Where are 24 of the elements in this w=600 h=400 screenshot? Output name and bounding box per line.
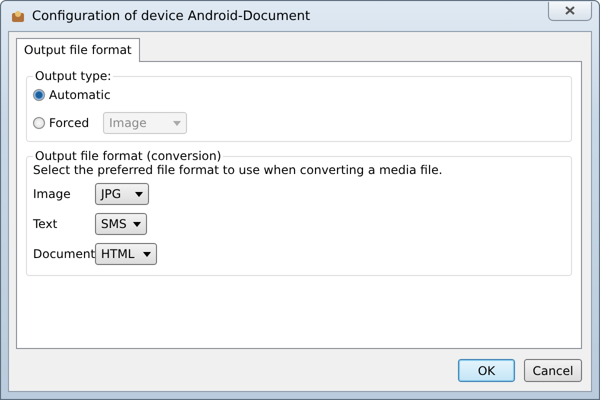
field-label: Text [33,217,58,231]
radio-label: Automatic [49,88,111,102]
caret-icon [173,120,182,126]
group-title: Output type: [34,69,112,83]
format-dropdown[interactable]: SMS [95,213,147,235]
group-title: Output file format (conversion) [34,149,222,163]
description-text: Select the preferred file format to use when converting a media file. [33,163,444,177]
field-label: Image [33,187,72,201]
caret-icon [133,222,141,226]
app-icon [10,8,26,24]
ok-button[interactable]: OK [458,359,515,382]
format-dropdown[interactable]: JPG [95,183,149,205]
radio-label: Forced [49,116,90,130]
field-label: Document [33,247,95,261]
window-title: Configuration of device Android-Document [32,8,312,24]
radio-button[interactable] [33,89,45,101]
tab[interactable]: Output file format [16,38,140,62]
radio-button[interactable] [33,117,45,129]
close-icon [565,6,575,15]
cancel-button[interactable]: Cancel [524,359,582,382]
caret-icon [135,192,143,196]
caret-icon [143,252,151,256]
format-dropdown[interactable]: HTML [95,243,157,265]
close-button[interactable] [548,2,592,20]
